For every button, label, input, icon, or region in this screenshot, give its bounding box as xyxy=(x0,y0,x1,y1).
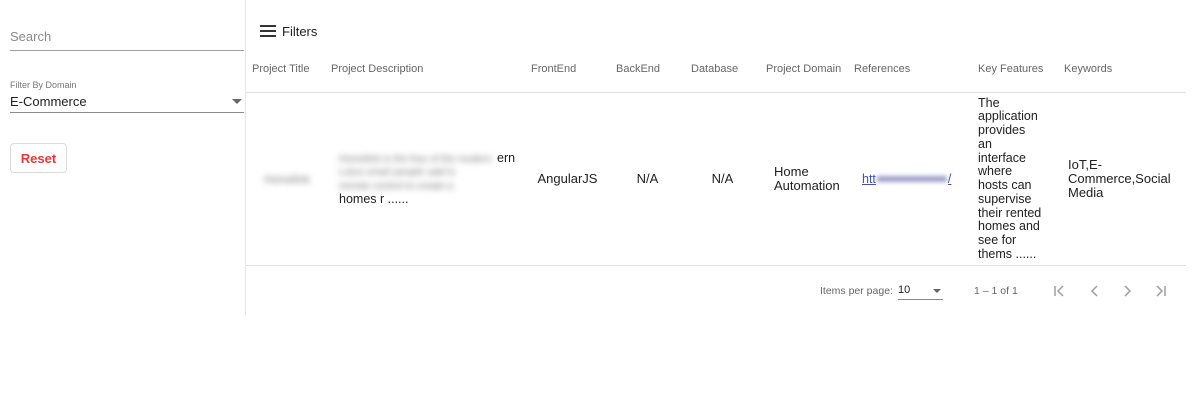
domain-select-value: E-Commerce xyxy=(10,94,87,109)
search-field xyxy=(10,28,244,51)
header-backend[interactable]: BackEnd xyxy=(610,46,685,93)
range-label: 1 – 1 of 1 xyxy=(974,285,1018,297)
last-page-icon xyxy=(1156,285,1166,297)
previous-page-button[interactable] xyxy=(1084,280,1106,302)
search-input[interactable] xyxy=(10,29,244,44)
cell-database: N/A xyxy=(685,92,760,266)
keywords-text: IoT,E-Commerce,Social Media xyxy=(1068,156,1171,201)
chevron-right-icon xyxy=(1124,285,1132,297)
dropdown-arrow-icon xyxy=(232,99,242,104)
header-database[interactable]: Database xyxy=(685,46,760,93)
table-header-row: Project Title Project Description FrontE… xyxy=(246,46,1186,93)
cell-project-title: Homelink xyxy=(246,92,325,266)
next-page-button[interactable] xyxy=(1116,280,1138,302)
header-project-title[interactable]: Project Title xyxy=(246,46,325,93)
cell-key-features: The application provides an interface wh… xyxy=(972,92,1058,266)
header-frontend[interactable]: FrontEnd xyxy=(525,46,610,93)
header-keywords[interactable]: Keywords xyxy=(1058,46,1186,93)
cell-project-description: Homelink is the free of the modern Lotus… xyxy=(325,92,525,266)
header-references[interactable]: References xyxy=(848,46,972,93)
reference-blurred xyxy=(876,176,947,183)
description-blurred-line: remote control to create a xyxy=(339,181,453,192)
description-visible-fragment: ern xyxy=(497,150,516,165)
header-project-domain[interactable]: Project Domain xyxy=(760,46,848,93)
items-per-page-select[interactable]: 10 xyxy=(898,282,943,300)
domain-select[interactable]: E-Commerce xyxy=(10,93,244,113)
dropdown-arrow-icon xyxy=(933,289,941,293)
last-page-button[interactable] xyxy=(1149,280,1171,302)
project-domain-text: Home Automation xyxy=(774,163,840,193)
description-tail: homes r ...... xyxy=(339,191,409,206)
items-per-page-label: Items per page: xyxy=(820,285,893,297)
table-row[interactable]: Homelink Homelink is the free of the mod… xyxy=(246,92,1186,266)
reset-button[interactable]: Reset xyxy=(10,143,67,173)
first-page-icon xyxy=(1054,285,1064,297)
cell-keywords: IoT,E-Commerce,Social Media xyxy=(1058,92,1186,266)
items-per-page-value: 10 xyxy=(898,284,911,296)
filters-toolbar[interactable]: Filters xyxy=(260,22,317,40)
projects-table: Project Title Project Description FrontE… xyxy=(246,46,1186,266)
header-project-description[interactable]: Project Description xyxy=(325,46,525,93)
chevron-left-icon xyxy=(1090,285,1098,297)
reference-suffix: / xyxy=(947,171,952,186)
filter-by-domain-label: Filter By Domain xyxy=(10,80,77,90)
menu-icon[interactable] xyxy=(260,25,276,37)
filters-label: Filters xyxy=(282,23,318,39)
paginator: Items per page: 10 1 – 1 of 1 xyxy=(246,268,1186,314)
reference-prefix: htt xyxy=(862,171,876,186)
cell-project-domain: Home Automation xyxy=(760,92,848,266)
cell-references: htt / xyxy=(848,92,972,266)
cell-backend: N/A xyxy=(610,92,685,266)
first-page-button[interactable] xyxy=(1049,280,1071,302)
project-title-text: Homelink xyxy=(264,173,310,186)
key-features-text: The application provides an interface wh… xyxy=(978,95,1042,261)
cell-frontend: AngularJS xyxy=(525,92,610,266)
sidebar: Filter By Domain E-Commerce Reset xyxy=(0,0,246,315)
header-key-features[interactable]: Key Features xyxy=(972,46,1058,93)
reference-link[interactable]: htt / xyxy=(862,172,951,186)
main-panel: Filters Project Title Project Descriptio… xyxy=(246,0,1186,315)
description-blurred-text: Homelink is the free of the modern Lotus… xyxy=(339,153,492,179)
